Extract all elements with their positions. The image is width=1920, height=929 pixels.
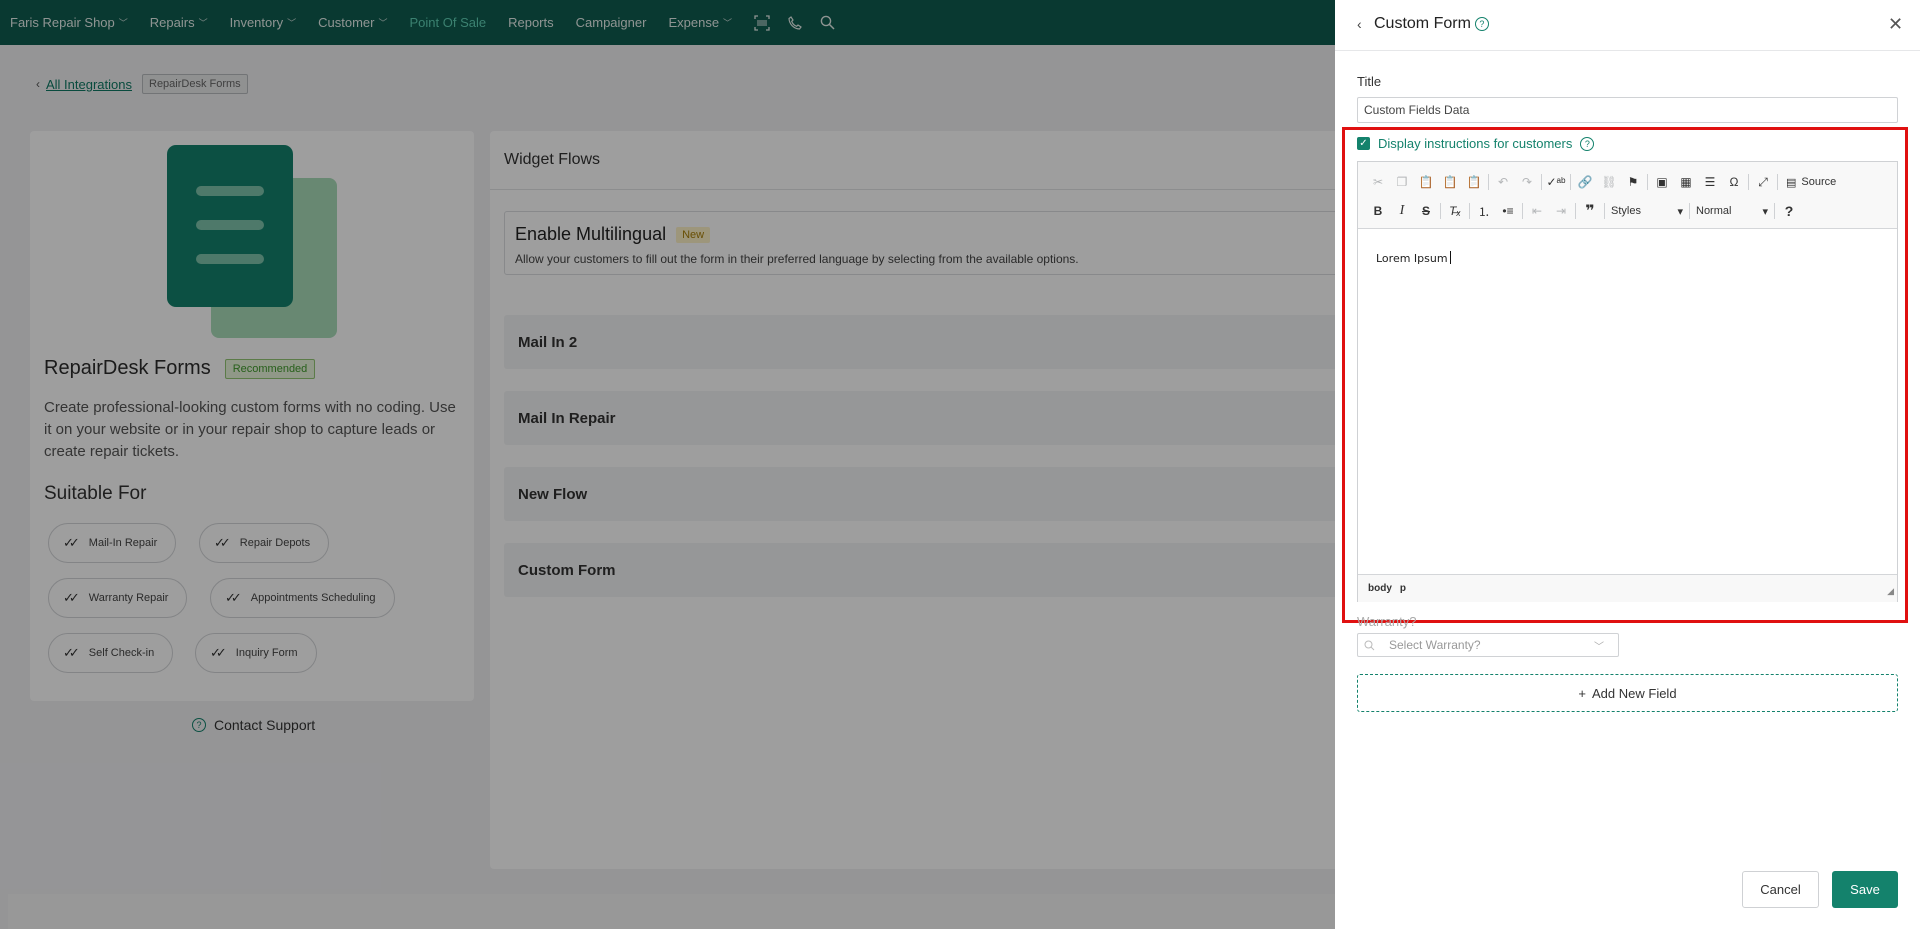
chevron-down-icon: ﹀ [1594, 641, 1604, 653]
chevron-left-icon[interactable]: ‹ [1357, 16, 1362, 32]
save-button[interactable]: Save [1832, 871, 1898, 908]
drawer-title: Custom Form ? [1374, 15, 1489, 33]
warranty-select[interactable]: Select Warranty? ﹀ [1357, 633, 1619, 657]
add-new-field-button[interactable]: + Add New Field [1357, 674, 1898, 712]
warranty-placeholder: Select Warranty? [1389, 638, 1481, 652]
close-icon[interactable]: ✕ [1888, 14, 1903, 35]
title-input[interactable] [1357, 97, 1898, 123]
warranty-label: Warranty? [1357, 614, 1417, 629]
cancel-button[interactable]: Cancel [1742, 871, 1819, 908]
plus-icon: + [1578, 685, 1587, 701]
help-icon[interactable]: ? [1474, 17, 1489, 31]
custom-form-drawer: ‹ Custom Form ? ✕ Title ✓ Display instru… [1335, 0, 1920, 929]
search-icon [1364, 640, 1375, 650]
drawer-title-text: Custom Form [1374, 15, 1471, 32]
drawer-header: ‹ Custom Form ? ✕ [1335, 0, 1920, 51]
add-new-field-label: Add New Field [1592, 685, 1677, 701]
title-label: Title [1357, 74, 1382, 89]
highlight-box [1342, 127, 1908, 623]
